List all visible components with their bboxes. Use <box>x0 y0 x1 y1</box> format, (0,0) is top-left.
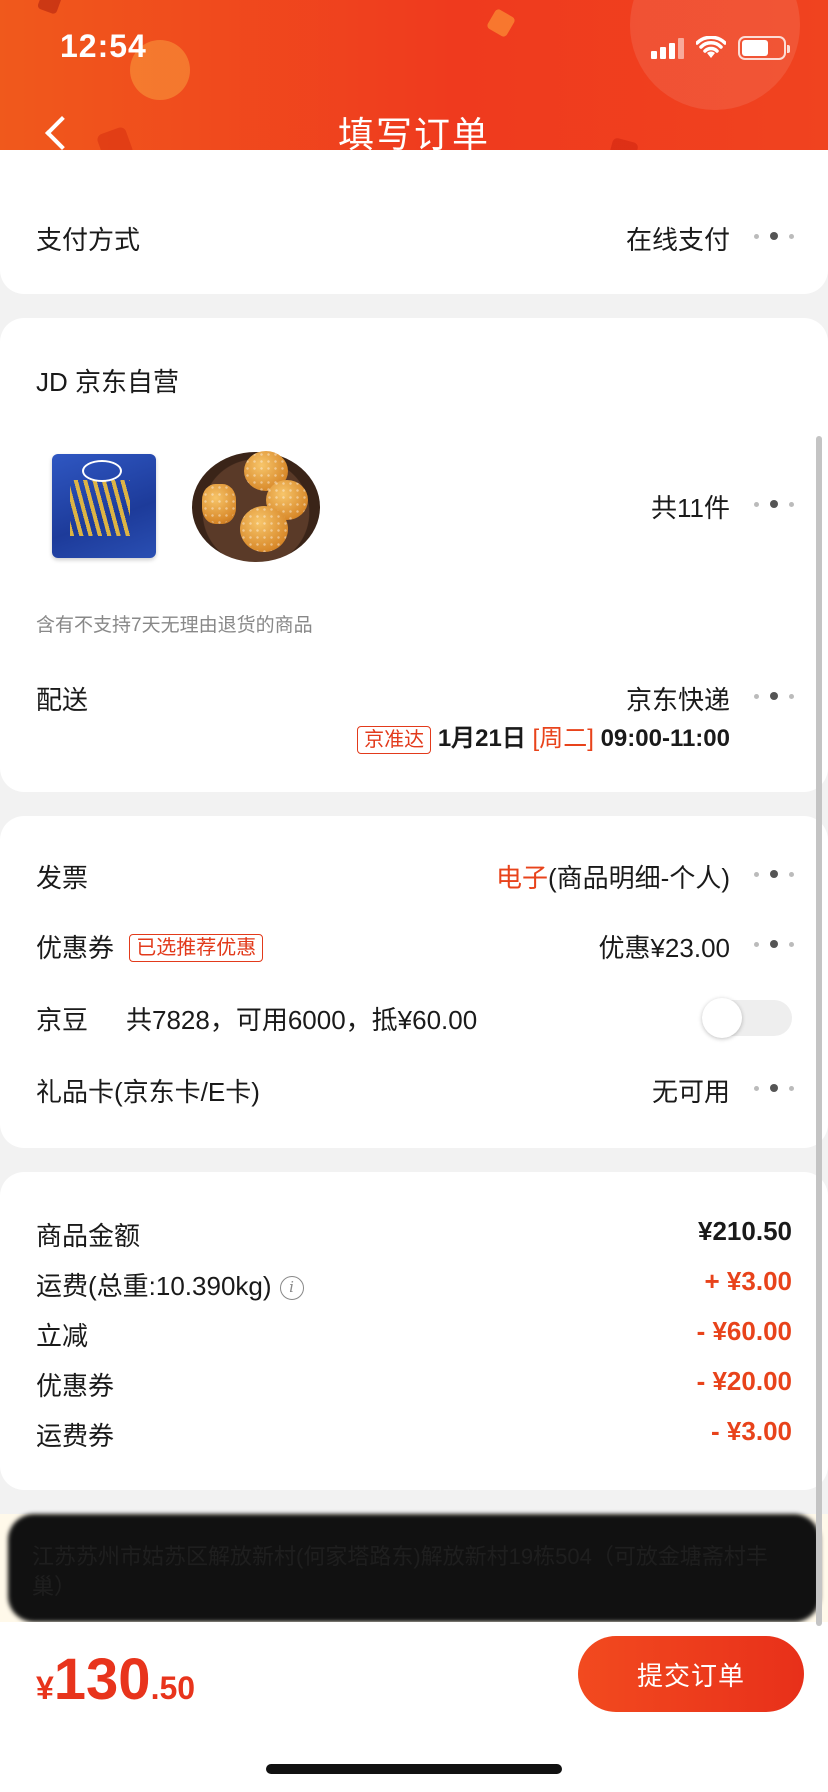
delivery-date: 1月21日 <box>437 725 526 752</box>
delivery-carrier[interactable]: 京东快递 <box>626 680 730 717</box>
payment-label: 支付方式 <box>36 225 141 255</box>
invoice-type: 电子 <box>496 863 549 893</box>
summary-label: 运费券 <box>36 1421 115 1451</box>
more-icon[interactable] <box>754 1082 794 1094</box>
order-options-card: 发票 电子(商品明细-个人) 优惠券 已选推荐优惠 优惠¥23.00 京豆 共7… <box>0 816 828 1148</box>
summary-label: 商品金额 <box>36 1221 141 1251</box>
item-count[interactable]: 共11件 <box>651 488 730 525</box>
coupon-tag: 已选推荐优惠 <box>129 934 264 962</box>
shop-name: JD 京东自营 <box>36 367 180 397</box>
beans-detail: 共7828，可用6000，抵¥60.00 <box>126 1005 478 1035</box>
signal-icon <box>651 37 684 59</box>
more-icon[interactable] <box>754 938 794 950</box>
total-currency: ¥ <box>36 1670 54 1706</box>
summary-label: 优惠券 <box>36 1371 115 1401</box>
header-decoration <box>485 7 517 39</box>
more-icon[interactable] <box>754 230 794 242</box>
more-icon[interactable] <box>754 498 794 510</box>
total-decimal: .50 <box>150 1670 196 1706</box>
invoice-value[interactable]: 电子(商品明细-个人) <box>496 858 730 895</box>
scrollbar[interactable] <box>816 436 822 1626</box>
summary-label: 运费(总重:10.390kg) <box>36 1271 272 1301</box>
price-summary-card: 商品金额 ¥210.50 运费(总重:10.390kg) i + ¥3.00 立减… <box>0 1172 828 1490</box>
delivery-time: 09:00-11:00 <box>600 725 730 752</box>
summary-value: - ¥3.00 <box>711 1416 792 1446</box>
summary-label: 立减 <box>36 1321 89 1351</box>
total-integer: 130 <box>53 1647 151 1712</box>
status-time: 12:54 <box>60 28 147 64</box>
delivery-address-bar[interactable]: 江苏苏州市姑苏区解放新村(何家塔路东)解放新村19栋504（可放金塘斋村丰巢） <box>0 1514 828 1622</box>
beans-label: 京豆 <box>36 1005 89 1035</box>
delivery-weekday: [周二] <box>532 725 594 752</box>
return-notice: 含有不支持7天无理由退货的商品 <box>36 615 313 636</box>
summary-value: ¥210.50 <box>698 1216 792 1246</box>
invoice-detail: (商品明细-个人) <box>548 863 730 893</box>
wifi-icon <box>696 36 726 58</box>
info-icon[interactable]: i <box>279 1276 304 1301</box>
home-indicator[interactable] <box>266 1764 562 1774</box>
invoice-label: 发票 <box>36 863 89 893</box>
beans-toggle[interactable] <box>702 998 792 1038</box>
giftcard-label: 礼品卡(京东卡/E卡) <box>36 1077 260 1107</box>
payment-value: 在线支付 <box>625 225 730 255</box>
battery-icon <box>738 36 790 60</box>
delivery-address: 江苏苏州市姑苏区解放新村(何家塔路东)解放新村19栋504（可放金塘斋村丰巢） <box>32 1544 768 1599</box>
header-decoration <box>36 0 64 15</box>
product-thumbnail-fries[interactable] <box>52 454 156 558</box>
product-thumbnail-sesame-cakes[interactable] <box>192 451 320 562</box>
summary-value: - ¥60.00 <box>696 1316 792 1346</box>
coupon-row: 优惠券 已选推荐优惠 <box>36 928 264 965</box>
payment-card[interactable]: 支付方式 在线支付 <box>0 150 828 294</box>
coupon-value[interactable]: 优惠¥23.00 <box>598 928 730 965</box>
coupon-label: 优惠券 <box>36 933 115 963</box>
summary-value: + ¥3.00 <box>704 1266 792 1296</box>
giftcard-value[interactable]: 无可用 <box>652 1072 730 1109</box>
delivery-tag: 京准达 <box>357 726 432 754</box>
delivery-label: 配送 <box>36 685 89 715</box>
order-total: ¥130.50 <box>36 1646 195 1713</box>
status-icons <box>651 36 790 60</box>
shipping-row: 运费(总重:10.390kg) i <box>36 1266 304 1303</box>
summary-value: - ¥20.00 <box>696 1366 792 1396</box>
delivery-slot[interactable]: 京准达 1月21日 [周二] 09:00-11:00 <box>357 718 730 754</box>
submit-order-button[interactable]: 提交订单 <box>578 1636 804 1712</box>
more-icon[interactable] <box>754 690 794 702</box>
more-icon[interactable] <box>754 868 794 880</box>
